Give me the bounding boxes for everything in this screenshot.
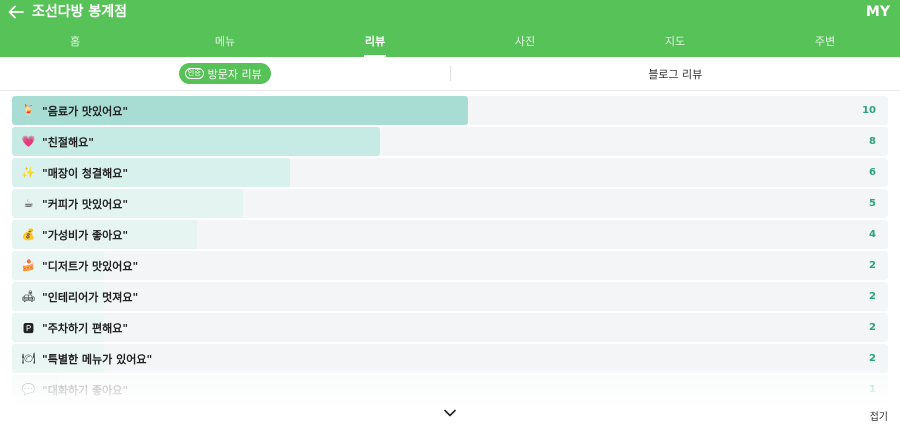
- keyword-count: 2: [869, 322, 876, 333]
- keyword-label: "특별한 메뉴가 있어요": [42, 352, 153, 366]
- keyword-row[interactable]: 🛋 "인테리어가 멋져요" 2: [12, 282, 888, 311]
- keyword-count: 2: [869, 260, 876, 271]
- keyword-label: "친절해요": [42, 135, 94, 149]
- visitor-review-label: 방문자 리뷰: [207, 67, 262, 81]
- arrow-left-icon: [8, 5, 24, 19]
- keyword-label: "음료가 맛있어요": [42, 104, 129, 118]
- visitor-review-pill: 인증 방문자 리뷰: [178, 63, 271, 84]
- tab-1[interactable]: 메뉴: [150, 25, 300, 57]
- keyword-row-content: 🅿 "주차하기 편해요": [12, 313, 888, 342]
- keyword-count: 8: [869, 136, 876, 147]
- keyword-label: "인테리어가 멋져요": [42, 290, 139, 304]
- keyword-row-content: 💰 "가성비가 좋아요": [12, 220, 888, 249]
- my-button[interactable]: MY: [866, 3, 890, 21]
- keyword-row-content: 🍽 "특별한 메뉴가 있어요": [12, 344, 888, 373]
- tab-0[interactable]: 홈: [0, 25, 150, 57]
- keyword-count: 6: [869, 167, 876, 178]
- keyword-label: "디저트가 맛있어요": [42, 259, 139, 273]
- keyword-count: 1: [869, 384, 876, 395]
- back-button[interactable]: [6, 2, 26, 22]
- chevron-down-icon: [444, 409, 456, 417]
- tab-bar: 홈 메뉴 리뷰 사진 지도 주변: [0, 25, 900, 57]
- collapse-button[interactable]: 접기: [870, 408, 888, 423]
- coffee-icon: ☕: [23, 197, 34, 210]
- keyword-count: 5: [869, 198, 876, 209]
- tab-3[interactable]: 사진: [450, 25, 600, 57]
- drink-icon: 🍹: [21, 104, 36, 117]
- keyword-row-content: ☕ "커피가 맛있어요": [12, 189, 888, 218]
- keyword-count: 10: [862, 105, 876, 116]
- keyword-row[interactable]: 🍹 "음료가 맛있어요" 10: [12, 96, 888, 125]
- keyword-row[interactable]: 🍰 "디저트가 맛있어요" 2: [12, 251, 888, 280]
- place-title: 조선다방 봉계점: [32, 4, 128, 20]
- tab-4[interactable]: 지도: [600, 25, 750, 57]
- sofa-icon: 🛋: [21, 290, 36, 303]
- tab-blog-review[interactable]: 블로그 리뷰: [449, 66, 900, 81]
- keyword-count: 2: [869, 291, 876, 302]
- tab-visitor-review[interactable]: 인증 방문자 리뷰: [0, 57, 450, 90]
- keyword-row[interactable]: ☕ "커피가 맛있어요" 5: [12, 189, 888, 218]
- keyword-row[interactable]: 💰 "가성비가 좋아요" 4: [12, 220, 888, 249]
- keyword-row[interactable]: ✨ "매장이 청결해요" 6: [12, 158, 888, 187]
- keyword-row-content: 💬 "대화하기 좋아요": [12, 375, 888, 404]
- keyword-label: "가성비가 좋아요": [42, 228, 129, 242]
- keyword-label: "주차하기 편해요": [42, 321, 129, 335]
- sparkle-icon: ✨: [21, 166, 36, 179]
- keyword-label: "커피가 맛있어요": [42, 197, 129, 211]
- keyword-count: 2: [869, 353, 876, 364]
- expand-button[interactable]: [440, 404, 460, 422]
- keyword-row[interactable]: 💬 "대화하기 좋아요" 1: [12, 375, 888, 404]
- money-icon: 💰: [21, 228, 36, 241]
- keyword-row-content: 💗 "친절해요": [12, 127, 888, 156]
- special-menu-icon: 🍽: [21, 352, 36, 365]
- top-bar: 조선다방 봉계점 MY: [0, 0, 900, 25]
- tab-2[interactable]: 리뷰: [300, 25, 450, 57]
- keyword-review-list: 🍹 "음료가 맛있어요" 10 💗 "친절해요" 8 ✨ "매장이 청결해요" 6 ☕ "커피가 맛…: [12, 96, 888, 406]
- tab-5[interactable]: 주변: [750, 25, 900, 57]
- heart-icon: 💗: [21, 135, 36, 148]
- blog-review-label: 블로그 리뷰: [648, 67, 703, 81]
- parking-icon: 🅿: [23, 321, 34, 335]
- verified-badge: 인증: [184, 68, 204, 79]
- keyword-label: "대화하기 좋아요": [42, 383, 129, 397]
- keyword-count: 4: [869, 229, 876, 240]
- keyword-row-content: 🍹 "음료가 맛있어요": [12, 96, 888, 125]
- cake-icon: 🍰: [21, 259, 36, 272]
- review-type-tabs: 인증 방문자 리뷰 블로그 리뷰: [0, 57, 900, 91]
- keyword-row-content: 🍰 "디저트가 맛있어요": [12, 251, 888, 280]
- keyword-row-content: ✨ "매장이 청결해요": [12, 158, 888, 187]
- keyword-row-content: 🛋 "인테리어가 멋져요": [12, 282, 888, 311]
- chat-icon: 💬: [21, 383, 36, 396]
- keyword-row[interactable]: 💗 "친절해요" 8: [12, 127, 888, 156]
- keyword-row[interactable]: 🍽 "특별한 메뉴가 있어요" 2: [12, 344, 888, 373]
- keyword-label: "매장이 청결해요": [42, 166, 129, 180]
- keyword-row[interactable]: 🅿 "주차하기 편해요" 2: [12, 313, 888, 342]
